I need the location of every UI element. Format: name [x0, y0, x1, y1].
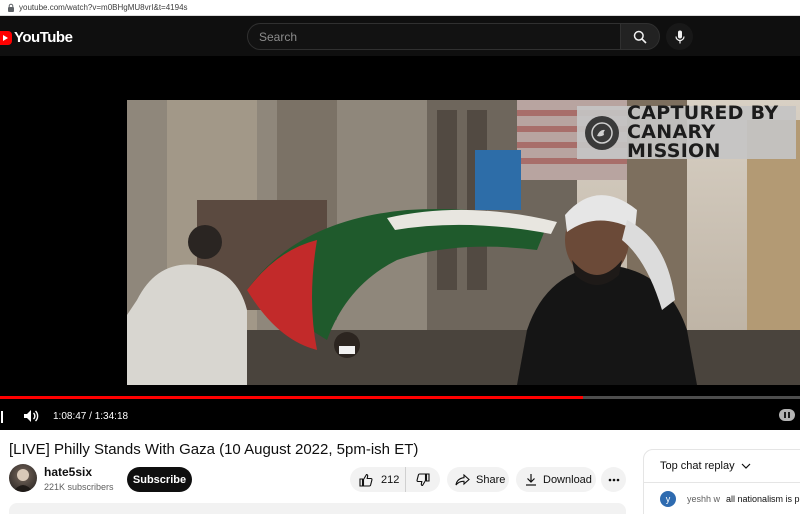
share-button[interactable]: Share [447, 467, 509, 492]
progress-bar-played [0, 396, 584, 399]
chat-avatar: y [660, 491, 676, 507]
chat-mode-selector[interactable]: Top chat replay [660, 460, 751, 472]
search-box [247, 23, 621, 50]
like-count: 212 [381, 473, 400, 486]
youtube-logo-icon [0, 30, 12, 45]
progress-bar[interactable] [0, 396, 800, 399]
logo-text: YouTube [14, 29, 73, 46]
like-button[interactable]: 212 [350, 467, 406, 492]
browser-url-bar[interactable]: youtube.com/watch?v=m0BHgMU8vrI&t=4194s [0, 0, 800, 16]
share-label: Share [476, 473, 506, 486]
video-player[interactable]: CAPTURED BY CANARY MISSION 1:08:47 / 1:3… [0, 56, 800, 430]
more-actions-button[interactable] [601, 467, 626, 492]
subscribe-button[interactable]: Subscribe [127, 467, 192, 492]
description-box[interactable] [9, 503, 626, 514]
chat-header-label: Top chat replay [660, 460, 735, 472]
like-dislike-bar: 212 [350, 467, 440, 492]
channel-name[interactable]: hate5six [44, 465, 92, 479]
chat-author: yeshh w [687, 494, 721, 504]
download-button[interactable]: Download [516, 467, 596, 492]
chat-message[interactable]: y yeshh w all nationalism is pe [660, 491, 800, 507]
url-text: youtube.com/watch?v=m0BHgMU8vrI&t=4194s [19, 3, 188, 12]
next-button-edge[interactable] [0, 410, 4, 423]
search-icon [633, 30, 647, 44]
volume-button[interactable] [22, 408, 40, 424]
download-icon [526, 474, 536, 486]
download-label: Download [543, 473, 592, 486]
chevron-down-icon [741, 463, 751, 469]
time-display: 1:08:47 / 1:34:18 [53, 410, 129, 422]
share-icon [455, 473, 470, 485]
search-input[interactable] [259, 29, 620, 44]
thumbs-down-icon [416, 472, 430, 486]
canary-mission-watermark: CAPTURED BY CANARY MISSION [577, 104, 796, 161]
chat-replay-panel: Top chat replay y yeshh w all nationalis… [643, 449, 800, 514]
watermark-text: CAPTURED BY CANARY MISSION [627, 104, 796, 161]
voice-search-button[interactable] [666, 23, 693, 50]
chat-message-text: all nationalism is pe [726, 494, 800, 504]
volume-icon [24, 410, 39, 422]
autoplay-toggle-icon [784, 412, 790, 418]
chat-divider [644, 482, 800, 483]
canary-bird-icon [585, 115, 619, 150]
mic-icon [674, 30, 685, 43]
channel-avatar[interactable] [9, 464, 37, 492]
thumbs-up-icon [359, 473, 373, 487]
autoplay-toggle[interactable] [779, 409, 795, 421]
youtube-logo[interactable]: YouTube [0, 29, 73, 46]
more-icon [608, 478, 619, 481]
search-button[interactable] [620, 23, 660, 50]
subscriber-count: 221K subscribers [44, 482, 114, 492]
youtube-header: YouTube [0, 16, 800, 56]
lock-icon [6, 2, 16, 14]
dislike-button[interactable] [406, 467, 440, 492]
video-title: [LIVE] Philly Stands With Gaza (10 Augus… [9, 441, 419, 458]
player-controls: 1:08:47 / 1:34:18 [0, 405, 800, 427]
watermark-line2: CANARY MISSION [627, 121, 721, 162]
